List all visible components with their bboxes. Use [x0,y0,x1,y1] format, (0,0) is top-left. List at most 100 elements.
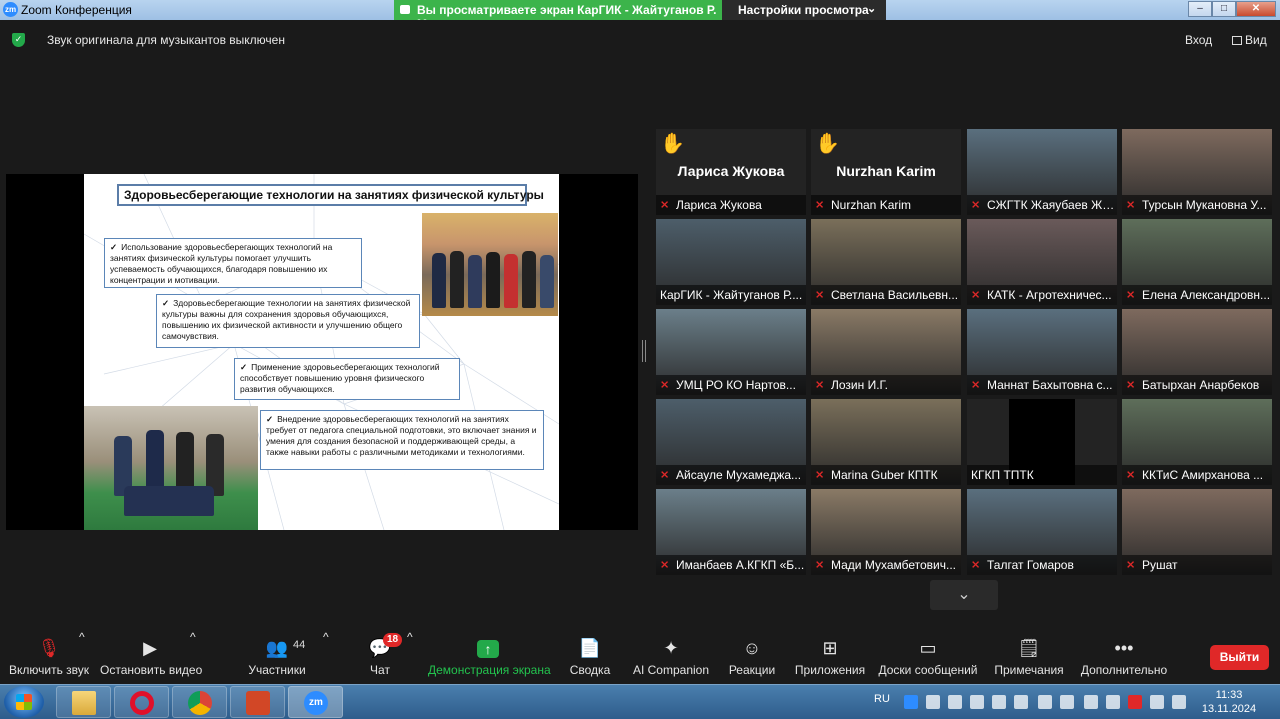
participant-name: ККТиС Амирханова ... [1122,465,1272,485]
info-bar: ✓ Звук оригинала для музыкантов выключен… [0,20,1280,60]
microphone-muted-icon: ⨯ [815,289,825,301]
participant-tile[interactable]: ККТиС Амирханова ... ⨯ [1122,399,1272,485]
zoom-tray-icon[interactable] [904,695,918,709]
view-button[interactable]: Вид [1232,33,1267,47]
participant-name: Иманбаев А.КГКП «Б... [656,555,806,575]
microphone-muted-icon: ⨯ [1126,289,1136,301]
tray-icon-5[interactable] [1014,695,1028,709]
notes-label: Примечания [994,663,1064,677]
taskbar-opera[interactable] [114,686,169,718]
slide-title: Здоровьесберегающие технологии на заняти… [117,184,544,206]
gallery-next-page-button[interactable]: ⌄ [930,580,998,610]
tray-icon-6[interactable] [1038,695,1052,709]
participant-tile[interactable]: Светлана Васильевн... ⨯ [811,219,961,305]
team-photo-gym [422,213,558,316]
audio-options-caret[interactable]: ^ [79,630,85,684]
participant-tile[interactable]: КАТК - Агротехничес... ⨯ [967,219,1117,305]
slide-bullet-4: ✓ Внедрение здоровьесберегающих технологи… [260,410,544,470]
participant-tile[interactable]: УМЦ РО КО Нартов... ⨯ [656,309,806,395]
reactions-button[interactable]: ☺ Реакции [726,630,778,684]
participant-tile[interactable]: ✋ Nurzhan Karim Nurzhan Karim ⨯ [811,129,961,215]
taskbar-explorer[interactable] [56,686,111,718]
participant-tile[interactable]: Marina Guber КПТК ⨯ [811,399,961,485]
participant-name: СЖГТК Жаяубаев Жа... [967,195,1117,215]
microphone-muted-icon: ⨯ [971,199,981,211]
tray-icon-8[interactable] [1106,695,1120,709]
microphone-muted-icon: ⨯ [1126,559,1136,571]
participant-tile[interactable]: Иманбаев А.КГКП «Б... ⨯ [656,489,806,575]
stop-video-button[interactable]: ▶ Остановить видео [100,630,202,684]
notes-button[interactable]: 🗒 Примечания [992,630,1066,684]
participant-tile[interactable]: Маннат Бахытовна с... ⨯ [967,309,1117,395]
microphone-muted-icon: ⨯ [815,199,825,211]
participant-name: Елена Александровн... [1122,285,1272,305]
taskbar-zoom[interactable]: zm [288,686,343,718]
team-photo-hall [84,406,258,530]
language-indicator[interactable]: RU [874,693,890,705]
participant-tile[interactable]: Айсауле Мухамеджа... ⨯ [656,399,806,485]
participant-display-name: Nurzhan Karim [836,163,936,179]
more-button[interactable]: ••• Дополнительно [1080,630,1168,684]
taskbar-powerpoint[interactable] [230,686,285,718]
minimize-button[interactable]: – [1188,1,1212,17]
chat-options-caret[interactable]: ^ [407,630,413,684]
slide-bullet-2: ✓ Здоровьесберегающие технологии на занят… [156,294,420,348]
enter-button[interactable]: Вход [1185,33,1212,47]
apps-icon: ⊞ [822,638,838,658]
participant-tile[interactable]: Мади Мухамбетович... ⨯ [811,489,961,575]
tray-icon-7[interactable] [1060,695,1074,709]
panel-resize-handle[interactable] [642,340,646,362]
participant-name: Батырхан Анарбеков [1122,375,1272,395]
more-dots-icon: ••• [1114,638,1134,658]
microphone-muted-icon: ⨯ [1126,379,1136,391]
participants-count: 44 [293,639,306,651]
participants-options-caret[interactable]: ^ [323,630,329,684]
view-options-button[interactable]: Настройки просмотра ⌄ [722,0,886,20]
participant-name: КАТК - Агротехничес... [967,285,1117,305]
shield-check-icon[interactable]: ✓ [12,33,25,47]
apps-button[interactable]: ⊞ Приложения [794,630,866,684]
participant-tile[interactable]: Турсын Мукановна У... ⨯ [1122,129,1272,215]
tray-icon-9[interactable] [1150,695,1164,709]
tray-icon-3[interactable] [970,695,984,709]
network-icon[interactable] [1172,695,1186,709]
participant-tile[interactable]: КарГИК - Жайтуганов Р.... [656,219,806,305]
start-button[interactable] [4,686,44,718]
taskbar-clock[interactable]: 11:33 13.11.2024 [1200,688,1258,716]
participant-tile[interactable]: КГКП ТПТК [967,399,1117,485]
screen-share-banner: Вы просматриваете экран КарГИК - Жайтуга… [394,0,722,31]
ai-companion-button[interactable]: ✦ AI Companion [632,630,710,684]
participant-tile[interactable]: Лозин И.Г. ⨯ [811,309,961,395]
participant-name: Талгат Гомаров [967,555,1117,575]
clock-date: 13.11.2024 [1201,703,1257,715]
share-screen-label: Демонстрация экрана [428,663,551,677]
participant-tile[interactable]: СЖГТК Жаяубаев Жа... ⨯ [967,129,1117,215]
participant-tile[interactable]: Рушат ⨯ [1122,489,1272,575]
microphone-muted-icon: ⨯ [660,469,670,481]
whiteboards-button[interactable]: ▭ Доски сообщений [878,630,978,684]
chat-label: Чат [370,663,390,677]
participant-name: Маннат Бахытовна с... [967,375,1117,395]
tray-icon-1[interactable] [926,695,940,709]
volume-icon[interactable] [1084,695,1098,709]
microphone-muted-icon: ⨯ [660,199,670,211]
slide-bullet-text: Внедрение здоровьесберегающих технологий… [266,414,537,457]
chrome-icon [188,691,212,715]
opera-tray-icon[interactable] [1128,695,1142,709]
presentation-slide: Здоровьесберегающие технологии на заняти… [84,174,559,530]
tray-icon-4[interactable] [992,695,1006,709]
taskbar-chrome[interactable] [172,686,227,718]
video-options-caret[interactable]: ^ [190,630,196,684]
video-camera-icon: ▶ [143,638,157,658]
maximize-button[interactable]: □ [1212,1,1236,17]
summary-button[interactable]: 📄 Сводка [566,630,614,684]
participant-tile[interactable]: Талгат Гомаров ⨯ [967,489,1117,575]
participant-tile[interactable]: Елена Александровн... ⨯ [1122,219,1272,305]
leave-button[interactable]: Выйти [1210,645,1269,670]
close-button[interactable]: ✕ [1236,1,1276,17]
participant-tile[interactable]: ✋ Лариса Жукова Лариса Жукова ⨯ [656,129,806,215]
participant-tile[interactable]: Батырхан Анарбеков ⨯ [1122,309,1272,395]
participant-name: Светлана Васильевн... [811,285,961,305]
share-screen-button[interactable]: ↑ Демонстрация экрана [428,630,551,684]
tray-icon-2[interactable] [948,695,962,709]
